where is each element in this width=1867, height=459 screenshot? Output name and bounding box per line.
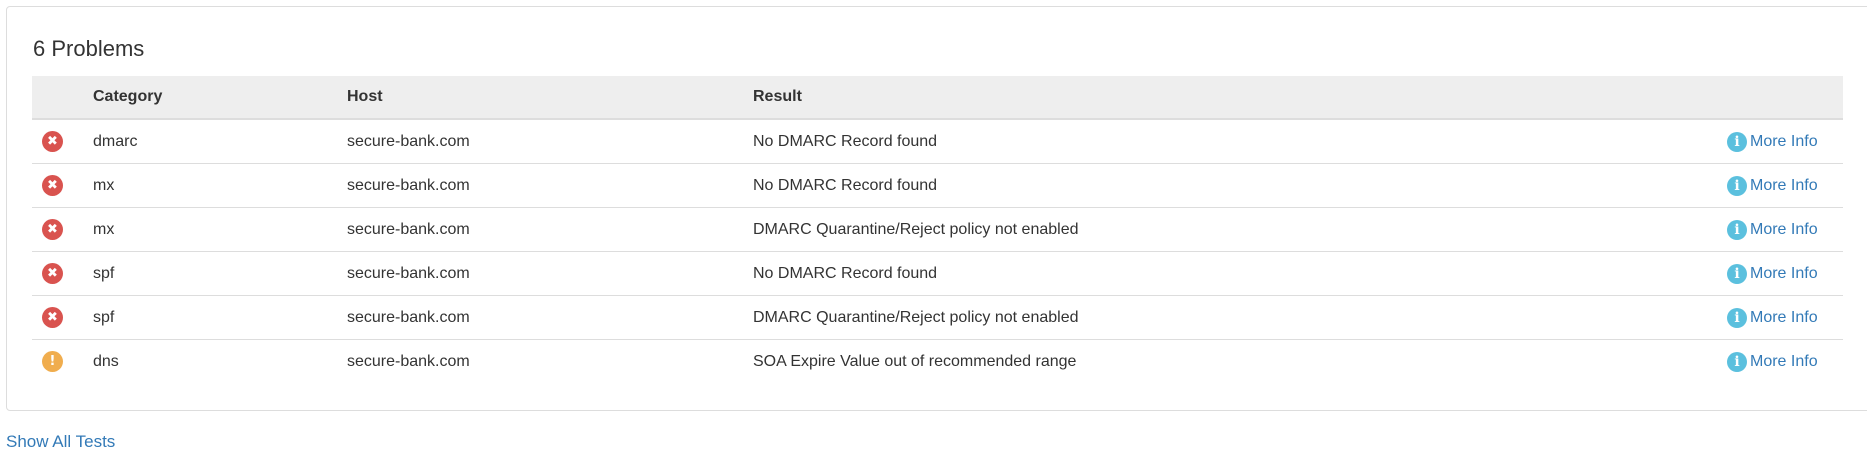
result-cell: DMARC Quarantine/Reject policy not enabl…: [753, 207, 1727, 252]
panel-title: 6 Problems: [33, 36, 145, 61]
result-cell: No DMARC Record found: [753, 132, 938, 150]
host-cell: secure-bank.com: [347, 207, 753, 252]
x-circle-icon: ✖: [42, 131, 63, 152]
status-cell: ✖: [32, 295, 93, 340]
exclamation-circle-icon: !: [42, 351, 63, 372]
table-header-row: Category Host Result: [32, 76, 1843, 120]
category-cell: mx: [93, 163, 347, 208]
problems-table: Category Host Result ✖ dmarc secure-bank.c…: [32, 76, 1843, 383]
host-cell: secure-bank.com: [347, 295, 753, 340]
host-cell: secure-bank.com: [347, 339, 753, 383]
header-host[interactable]: Host: [347, 76, 753, 120]
header-action: [1727, 76, 1843, 120]
result-cell: No DMARC Record found: [753, 163, 1727, 208]
x-circle-icon: ✖: [42, 263, 63, 284]
action-cell: i More Info: [1727, 295, 1843, 340]
more-info-label: More Info: [1750, 308, 1818, 326]
action-cell: i More Info: [1727, 163, 1843, 208]
info-circle-icon: i: [1727, 175, 1747, 196]
info-circle-icon: i: [1727, 351, 1747, 372]
show-all-tests-link[interactable]: Show All Tests: [6, 432, 115, 452]
action-cell: i More Info: [1727, 251, 1843, 296]
status-cell: ✖: [32, 163, 93, 208]
status-cell: ✖: [32, 207, 93, 252]
table-row: ✖ spf secure-bank.com DMARC Quarantine/Reje…: [32, 295, 1843, 340]
host-cell: secure-bank.com: [347, 163, 753, 208]
more-info-label: More Info: [1750, 264, 1818, 282]
header-status: [32, 76, 93, 120]
x-circle-icon: ✖: [42, 219, 63, 240]
action-cell: i More Info: [1727, 339, 1843, 383]
info-circle-icon: i: [1727, 219, 1747, 240]
category-cell: dns: [93, 339, 347, 383]
host-cell: secure-bank.com: [347, 251, 753, 296]
category-cell: spf: [93, 295, 347, 340]
result-cell: No DMARC Record found: [753, 251, 1727, 296]
header-result[interactable]: Result: [753, 76, 1727, 120]
more-info-label: More Info: [1750, 132, 1818, 150]
status-cell: !: [32, 339, 93, 383]
info-circle-icon: i: [1727, 307, 1747, 328]
more-info-link[interactable]: i More Info: [1727, 175, 1818, 196]
info-circle-icon: i: [1727, 131, 1747, 152]
table-row: ! dns secure-bank.com SOA Expire Value out …: [32, 339, 1843, 383]
table-row: ✖ spf secure-bank.com No DMARC Record found…: [32, 251, 1843, 296]
host-cell: secure-bank.com: [347, 132, 470, 150]
x-circle-icon: ✖: [42, 175, 63, 196]
table-row: ✖ mx secure-bank.com No DMARC Record found i…: [32, 163, 1843, 208]
more-info-label: More Info: [1750, 352, 1818, 370]
x-circle-icon: ✖: [42, 307, 63, 328]
more-info-label: More Info: [1750, 176, 1818, 194]
action-cell: i More Info: [1727, 207, 1843, 252]
more-info-link[interactable]: i More Info: [1727, 263, 1818, 284]
result-cell: SOA Expire Value out of recommended rang…: [753, 339, 1727, 383]
problems-table-body: ✖ dmarc secure-bank.com No DMARC Record fou…: [32, 119, 1843, 383]
category-cell: mx: [93, 207, 347, 252]
info-circle-icon: i: [1727, 263, 1747, 284]
status-cell: ✖: [32, 251, 93, 296]
table-row: ✖ dmarc secure-bank.com No DMARC Record fou…: [32, 119, 1843, 164]
action-cell: i More Info: [1727, 119, 1843, 164]
more-info-link[interactable]: i More Info: [1727, 351, 1818, 372]
more-info-label: More Info: [1750, 220, 1818, 238]
category-cell: spf: [93, 251, 347, 296]
more-info-link[interactable]: i More Info: [1727, 307, 1818, 328]
category-cell: dmarc: [93, 132, 138, 150]
result-cell: DMARC Quarantine/Reject policy not enabl…: [753, 295, 1727, 340]
header-category[interactable]: Category: [93, 76, 347, 120]
table-row: ✖ mx secure-bank.com DMARC Quarantine/Rejec…: [32, 207, 1843, 252]
more-info-link[interactable]: i More Info: [1727, 219, 1818, 240]
more-info-link[interactable]: i More Info: [1727, 131, 1818, 152]
status-cell: ✖: [32, 119, 93, 164]
